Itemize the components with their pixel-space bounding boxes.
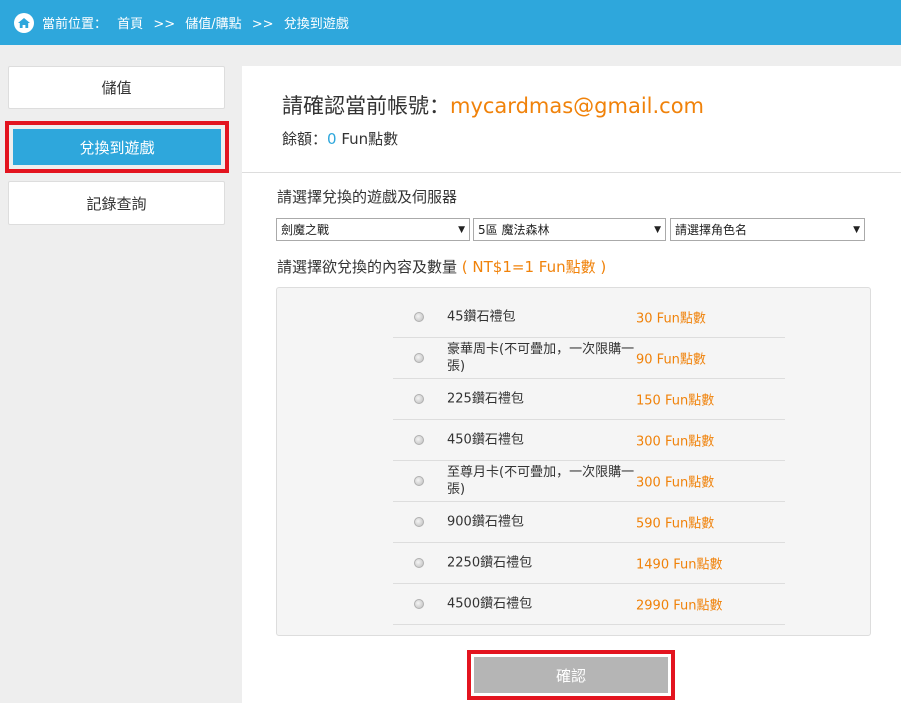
radio-button[interactable] xyxy=(414,394,424,404)
list-item[interactable]: 225鑽石禮包 150 Fun點數 xyxy=(393,379,785,420)
item-name: 4500鑽石禮包 xyxy=(447,596,533,612)
breadcrumb-topup-link[interactable]: 儲值/購點 xyxy=(185,17,241,32)
chevron-down-icon: ▼ xyxy=(654,224,661,235)
home-icon[interactable] xyxy=(14,12,34,33)
breadcrumb-current: 兌換到遊戲 xyxy=(283,17,349,32)
game-select[interactable]: 劍魔之戰 ▼ xyxy=(276,218,470,241)
content-label: 請選擇欲兌換的內容及數量 ( NT$1=1 Fun點數 ) xyxy=(277,256,606,277)
server-select[interactable]: 5區 魔法森林 ▼ xyxy=(473,218,666,241)
item-name: 900鑽石禮包 xyxy=(447,514,524,530)
item-name: 225鑽石禮包 xyxy=(447,391,524,407)
sidebar-item-topup[interactable]: 儲值 xyxy=(8,66,225,109)
sidebar-item-records[interactable]: 記錄查詢 xyxy=(8,181,225,225)
game-select-value: 劍魔之戰 xyxy=(281,223,330,237)
radio-button[interactable] xyxy=(414,599,424,609)
account-title: 請確認當前帳號：mycardmas@gmail.com xyxy=(282,90,704,120)
list-item[interactable]: 豪華周卡(不可疊加，一次限購一張) 90 Fun點數 xyxy=(393,338,785,379)
list-item[interactable]: 2250鑽石禮包 1490 Fun點數 xyxy=(393,543,785,584)
balance-label: 餘額： xyxy=(282,130,328,148)
confirm-highlight-frame: 確認 xyxy=(467,650,675,700)
breadcrumb-separator: >> xyxy=(251,17,274,32)
item-name: 45鑽石禮包 xyxy=(447,309,516,325)
item-name: 450鑽石禮包 xyxy=(447,432,524,448)
item-name: 至尊月卡(不可疊加，一次限購一張) xyxy=(447,465,635,497)
item-price: 30 Fun點數 xyxy=(636,311,706,327)
item-price: 300 Fun點數 xyxy=(636,434,715,450)
balance-value: 0 xyxy=(327,130,337,148)
account-title-label: 請確認當前帳號： xyxy=(282,94,450,118)
breadcrumb-separator: >> xyxy=(153,17,176,32)
role-select-value: 請選擇角色名 xyxy=(675,223,748,237)
sidebar-item-exchange[interactable]: 兌換到遊戲 xyxy=(13,129,221,165)
chevron-down-icon: ▼ xyxy=(853,224,860,235)
chevron-down-icon: ▼ xyxy=(458,224,465,235)
breadcrumb-home-link[interactable]: 首頁 xyxy=(117,17,143,32)
item-price: 90 Fun點數 xyxy=(636,352,706,368)
radio-button[interactable] xyxy=(414,476,424,486)
role-select[interactable]: 請選擇角色名 ▼ xyxy=(670,218,865,241)
list-item[interactable]: 至尊月卡(不可疊加，一次限購一張) 300 Fun點數 xyxy=(393,461,785,502)
radio-button[interactable] xyxy=(414,353,424,363)
balance: 餘額：0 Fun點數 xyxy=(282,128,398,149)
item-name: 豪華周卡(不可疊加，一次限購一張) xyxy=(447,342,635,374)
game-server-label: 請選擇兌換的遊戲及伺服器 xyxy=(277,188,458,206)
breadcrumb: 當前位置： 首頁 >> 儲值/購點 >> 兌換到遊戲 xyxy=(42,13,355,32)
server-select-value: 5區 魔法森林 xyxy=(478,223,550,237)
item-list: 45鑽石禮包 30 Fun點數 豪華周卡(不可疊加，一次限購一張) 90 Fun… xyxy=(276,287,871,636)
list-item[interactable]: 45鑽石禮包 30 Fun點數 xyxy=(393,297,785,338)
radio-button[interactable] xyxy=(414,435,424,445)
item-price: 1490 Fun點數 xyxy=(636,557,723,573)
breadcrumb-label: 當前位置： xyxy=(42,17,108,32)
main-panel: 請確認當前帳號：mycardmas@gmail.com 餘額：0 Fun點數 請… xyxy=(242,66,901,703)
list-item[interactable]: 4500鑽石禮包 2990 Fun點數 xyxy=(393,584,785,625)
radio-button[interactable] xyxy=(414,558,424,568)
item-price: 590 Fun點數 xyxy=(636,516,715,532)
radio-button[interactable] xyxy=(414,517,424,527)
list-item[interactable]: 900鑽石禮包 590 Fun點數 xyxy=(393,502,785,543)
item-price: 2990 Fun點數 xyxy=(636,598,723,614)
confirm-button[interactable]: 確認 xyxy=(474,657,668,693)
list-item[interactable]: 450鑽石禮包 300 Fun點數 xyxy=(393,420,785,461)
item-price: 150 Fun點數 xyxy=(636,393,715,409)
divider xyxy=(242,172,901,173)
item-name: 2250鑽石禮包 xyxy=(447,555,533,571)
exchange-rate: ( NT$1=1 Fun點數 ) xyxy=(461,258,607,276)
radio-button[interactable] xyxy=(414,312,424,322)
breadcrumb-bar: 當前位置： 首頁 >> 儲值/購點 >> 兌換到遊戲 xyxy=(0,0,901,45)
content-label-text: 請選擇欲兌換的內容及數量 xyxy=(277,258,458,276)
item-price: 300 Fun點數 xyxy=(636,475,715,491)
balance-unit: Fun點數 xyxy=(341,130,399,148)
account-email: mycardmas@gmail.com xyxy=(450,94,705,118)
sidebar-highlight-frame: 兌換到遊戲 xyxy=(5,121,229,173)
